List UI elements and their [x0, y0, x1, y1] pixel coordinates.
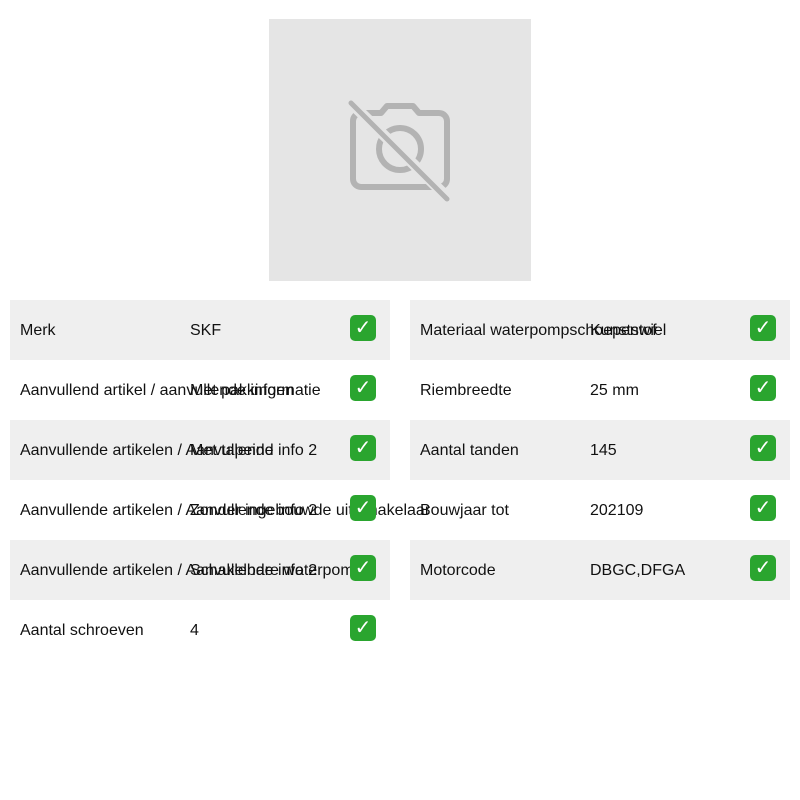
check-icon: ✓ [350, 555, 376, 581]
spec-label: Motorcode [420, 562, 496, 579]
spec-row: Merk SKF ✓ [10, 300, 390, 360]
check-icon: ✓ [350, 375, 376, 401]
check-icon: ✓ [350, 315, 376, 341]
check-icon: ✓ [350, 435, 376, 461]
spec-value: SKF [190, 322, 222, 339]
spec-table-right: Materiaal waterpompschoepenwiel Kunststo… [410, 300, 790, 600]
spec-row: Bouwjaar tot 202109 ✓ [410, 480, 790, 540]
spec-table-left: Merk SKF ✓ Aanvullend artikel / aanvulle… [10, 300, 430, 660]
spec-row: Aantal schroeven 4 ✓ [10, 600, 390, 660]
spec-label: Bouwjaar tot [420, 502, 509, 519]
spec-row: Aanvullende artikelen / Aanvullende info… [10, 420, 390, 480]
spec-row: Aanvullend artikel / aanvullende informa… [10, 360, 390, 420]
spec-row: Aantal tanden 145 ✓ [410, 420, 790, 480]
spec-label: Aantal tanden [420, 442, 519, 459]
check-icon: ✓ [350, 495, 376, 521]
spec-value: Met pakkingen [190, 382, 295, 399]
check-icon: ✓ [750, 435, 776, 461]
check-icon: ✓ [750, 375, 776, 401]
spec-row: Materiaal waterpompschoepenwiel Kunststo… [410, 300, 790, 360]
check-icon: ✓ [350, 615, 376, 641]
spec-value: Met tapeind [190, 442, 274, 459]
spec-row: Riembreedte 25 mm ✓ [410, 360, 790, 420]
spec-value: 4 [190, 622, 199, 639]
spec-row: Aanvullende artikelen / Aanvullende info… [10, 540, 390, 600]
spec-value: Zonder ingebouwde uitschakelaar [190, 502, 431, 519]
check-icon: ✓ [750, 315, 776, 341]
check-icon: ✓ [750, 555, 776, 581]
spec-label: Aantal schroeven [20, 622, 144, 639]
spec-label: Merk [20, 322, 56, 339]
product-image-placeholder [269, 19, 531, 281]
spec-value: DBGC,DFGA [590, 562, 686, 579]
spec-value: 25 mm [590, 382, 639, 399]
spec-value: Schakelbare waterpomp [190, 562, 363, 579]
spec-row: Aanvullende artikelen / Aanvullende info… [10, 480, 430, 540]
spec-row: Motorcode DBGC,DFGA ✓ [410, 540, 790, 600]
spec-value: Kunststof [590, 322, 657, 339]
check-icon: ✓ [750, 495, 776, 521]
spec-label: Riembreedte [420, 382, 512, 399]
no-photo-icon [348, 100, 451, 202]
spec-value: 202109 [590, 502, 644, 519]
spec-value: 145 [590, 442, 617, 459]
